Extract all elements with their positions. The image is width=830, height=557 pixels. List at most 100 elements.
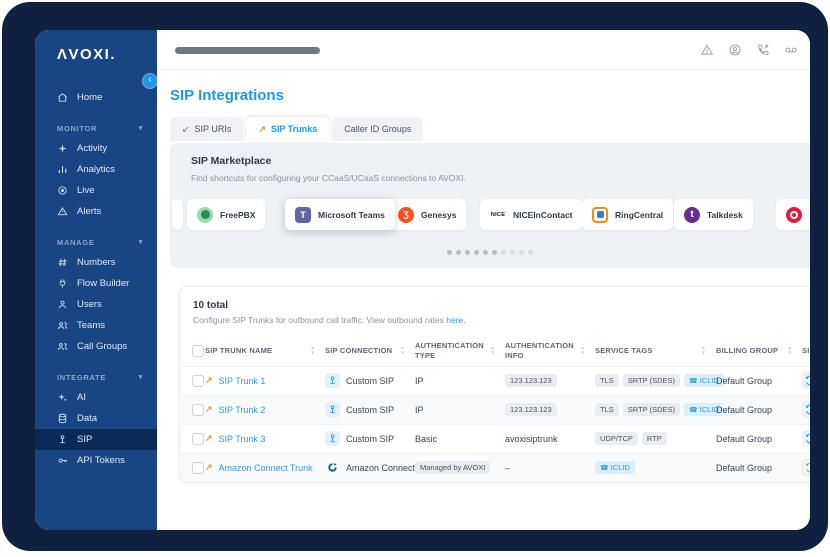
carousel-dot[interactable] <box>456 250 461 255</box>
table-row: ↗ SIP Trunk 3 Custom SIP Basic avoxisiptr… <box>180 423 810 453</box>
ringcentral-logo-icon <box>592 206 608 223</box>
sidebar-section-monitor[interactable]: MONITOR ▾ <box>35 118 157 138</box>
row-checkbox[interactable] <box>192 461 204 474</box>
trunk-name-link[interactable]: SIP Trunk 2 <box>219 405 266 415</box>
marketplace-card-partial-right[interactable] <box>776 199 810 230</box>
marketplace-card-niceincontact[interactable]: NICE NICEInContact <box>480 199 583 230</box>
total-count: 10 total <box>193 300 229 311</box>
sort-icon[interactable]: ▲ ▼ <box>400 345 405 356</box>
content: SIP Integrations ↙ SIP URIs ↗ SIP Trunks… <box>157 87 810 483</box>
sort-icon[interactable]: ▲ ▼ <box>701 345 706 356</box>
sidebar-item-data[interactable]: Data <box>35 408 157 429</box>
auth-type: IP <box>415 404 424 415</box>
tab-sip-trunks[interactable]: ↗ SIP Trunks <box>246 117 330 141</box>
live-icon <box>57 185 68 196</box>
sidebar-item-activity[interactable]: Activity <box>35 138 157 159</box>
sidebar-item-home[interactable]: Home <box>35 87 157 108</box>
sidebar-item-label: Activity <box>77 143 108 154</box>
voicemail-icon[interactable] <box>784 43 798 57</box>
phone-outgoing-icon[interactable] <box>756 43 770 57</box>
sidebar-item-call-groups[interactable]: Call Groups <box>35 336 157 357</box>
marketplace-card-microsoft-teams[interactable]: T Microsoft Teams <box>285 199 395 230</box>
refresh-status-icon[interactable] <box>802 401 810 418</box>
sidebar-section-integrate[interactable]: INTEGRATE ▾ <box>35 367 157 387</box>
sidebar-item-label: Live <box>77 185 95 196</box>
sidebar-collapse-button[interactable]: ‹ <box>143 74 157 88</box>
users-icon <box>57 299 68 310</box>
alert-triangle-icon[interactable] <box>700 43 714 57</box>
search-input[interactable] <box>175 47 320 54</box>
column-header: AUTHENTICATION TYPE <box>415 341 484 360</box>
sidebar-section-manage[interactable]: MANAGE ▾ <box>35 232 157 252</box>
sort-icon[interactable]: ▲ ▼ <box>310 345 315 356</box>
flow-builder-icon <box>57 278 68 289</box>
marketplace-card-genesys[interactable]: ʒ Genesys <box>388 199 467 230</box>
marketplace-card-talkdesk[interactable]: t Talkdesk <box>674 199 753 230</box>
sidebar-item-live[interactable]: Live <box>35 180 157 201</box>
row-checkbox[interactable] <box>192 403 204 416</box>
carousel-dot[interactable] <box>483 250 488 255</box>
sidebar-item-teams[interactable]: Teams <box>35 315 157 336</box>
sidebar-item-label: SIP <box>77 434 93 445</box>
auth-type: IP <box>415 375 424 386</box>
table-row: ↗ Amazon Connect Trunk Amazon Connect Man… <box>180 452 810 482</box>
carousel-dot[interactable] <box>528 250 533 255</box>
marketplace-card-ringcentral[interactable]: RingCentral <box>582 199 674 230</box>
carousel-dot[interactable] <box>447 250 452 255</box>
sidebar-item-ai[interactable]: AI <box>35 387 157 408</box>
sidebar-item-api-tokens[interactable]: API Tokens <box>35 450 157 471</box>
sidebar-item-analytics[interactable]: Analytics <box>35 159 157 180</box>
freepbx-logo-icon <box>197 206 213 223</box>
sidebar-item-users[interactable]: Users <box>35 294 157 315</box>
column-header: SIP TRUNK NAME <box>205 346 273 356</box>
billing-group: Default Group <box>716 375 773 386</box>
carousel-dot[interactable] <box>501 250 506 255</box>
chevron-down-icon: ▾ <box>138 374 143 381</box>
carousel-dot[interactable] <box>492 250 497 255</box>
auth-info: avoxisiptrunk <box>505 433 558 444</box>
marketplace-card-partial-left[interactable] <box>172 199 183 230</box>
marketplace-card-label: Talkdesk <box>707 209 743 220</box>
carousel-dot[interactable] <box>465 250 470 255</box>
sort-icon[interactable]: ▲ ▼ <box>580 345 585 356</box>
select-all-checkbox[interactable] <box>192 344 204 357</box>
marketplace-card-label: Genesys <box>421 209 457 220</box>
tab-bar: ↙ SIP URIs ↗ SIP Trunks Caller ID Groups <box>170 117 810 141</box>
user-icon[interactable] <box>728 43 742 57</box>
ai-icon <box>57 392 68 403</box>
page-title: SIP Integrations <box>170 87 284 104</box>
carousel-dot[interactable] <box>519 250 524 255</box>
sidebar-item-sip[interactable]: SIP <box>35 429 157 450</box>
tab-caller-id-groups[interactable]: Caller ID Groups <box>332 117 424 141</box>
refresh-status-icon[interactable] <box>802 459 810 477</box>
outbound-rates-link[interactable]: here. <box>446 315 465 325</box>
call-groups-icon <box>57 341 68 352</box>
row-checkbox[interactable] <box>192 432 204 445</box>
tab-sip-uris[interactable]: ↙ SIP URIs <box>170 117 244 141</box>
sidebar-item-alerts[interactable]: Alerts <box>35 201 157 222</box>
tab-label: SIP Trunks <box>270 124 318 134</box>
sidebar-item-numbers[interactable]: Numbers <box>35 252 157 273</box>
marketplace-card-freepbx[interactable]: FreePBX <box>187 199 266 230</box>
carousel-dot[interactable] <box>474 250 479 255</box>
refresh-status-icon[interactable] <box>802 430 810 447</box>
column-header: SIP CONNECTION <box>325 346 393 356</box>
sip-trunks-table: SIP TRUNK NAME ▲ ▼ SIP CONNECTION ▲ ▼ AUTHEN… <box>180 336 810 482</box>
arrow-up-right-icon: ↗ <box>205 433 213 443</box>
sidebar-item-label: API Tokens <box>77 455 125 466</box>
carousel-dot[interactable] <box>510 250 515 255</box>
trunk-name-link[interactable]: SIP Trunk 3 <box>219 434 266 444</box>
alerts-icon <box>57 206 68 217</box>
sidebar-item-flow-builder[interactable]: Flow Builder <box>35 273 157 294</box>
numbers-icon <box>57 257 68 268</box>
refresh-status-icon[interactable] <box>802 372 810 389</box>
sort-icon[interactable]: ▲ ▼ <box>490 345 495 356</box>
sort-icon[interactable]: ▲ ▼ <box>787 345 792 356</box>
section-label: INTEGRATE <box>57 372 107 382</box>
trunk-name-link[interactable]: Amazon Connect Trunk <box>219 463 313 473</box>
chevron-down-icon: ▾ <box>138 239 143 246</box>
trunk-name-link[interactable]: SIP Trunk 1 <box>219 376 266 386</box>
sidebar: ΛVOXI. Home MONITOR ▾ Activity Analytics… <box>35 30 157 530</box>
row-checkbox[interactable] <box>192 374 204 387</box>
nice-logo-icon: NICE <box>490 206 506 223</box>
